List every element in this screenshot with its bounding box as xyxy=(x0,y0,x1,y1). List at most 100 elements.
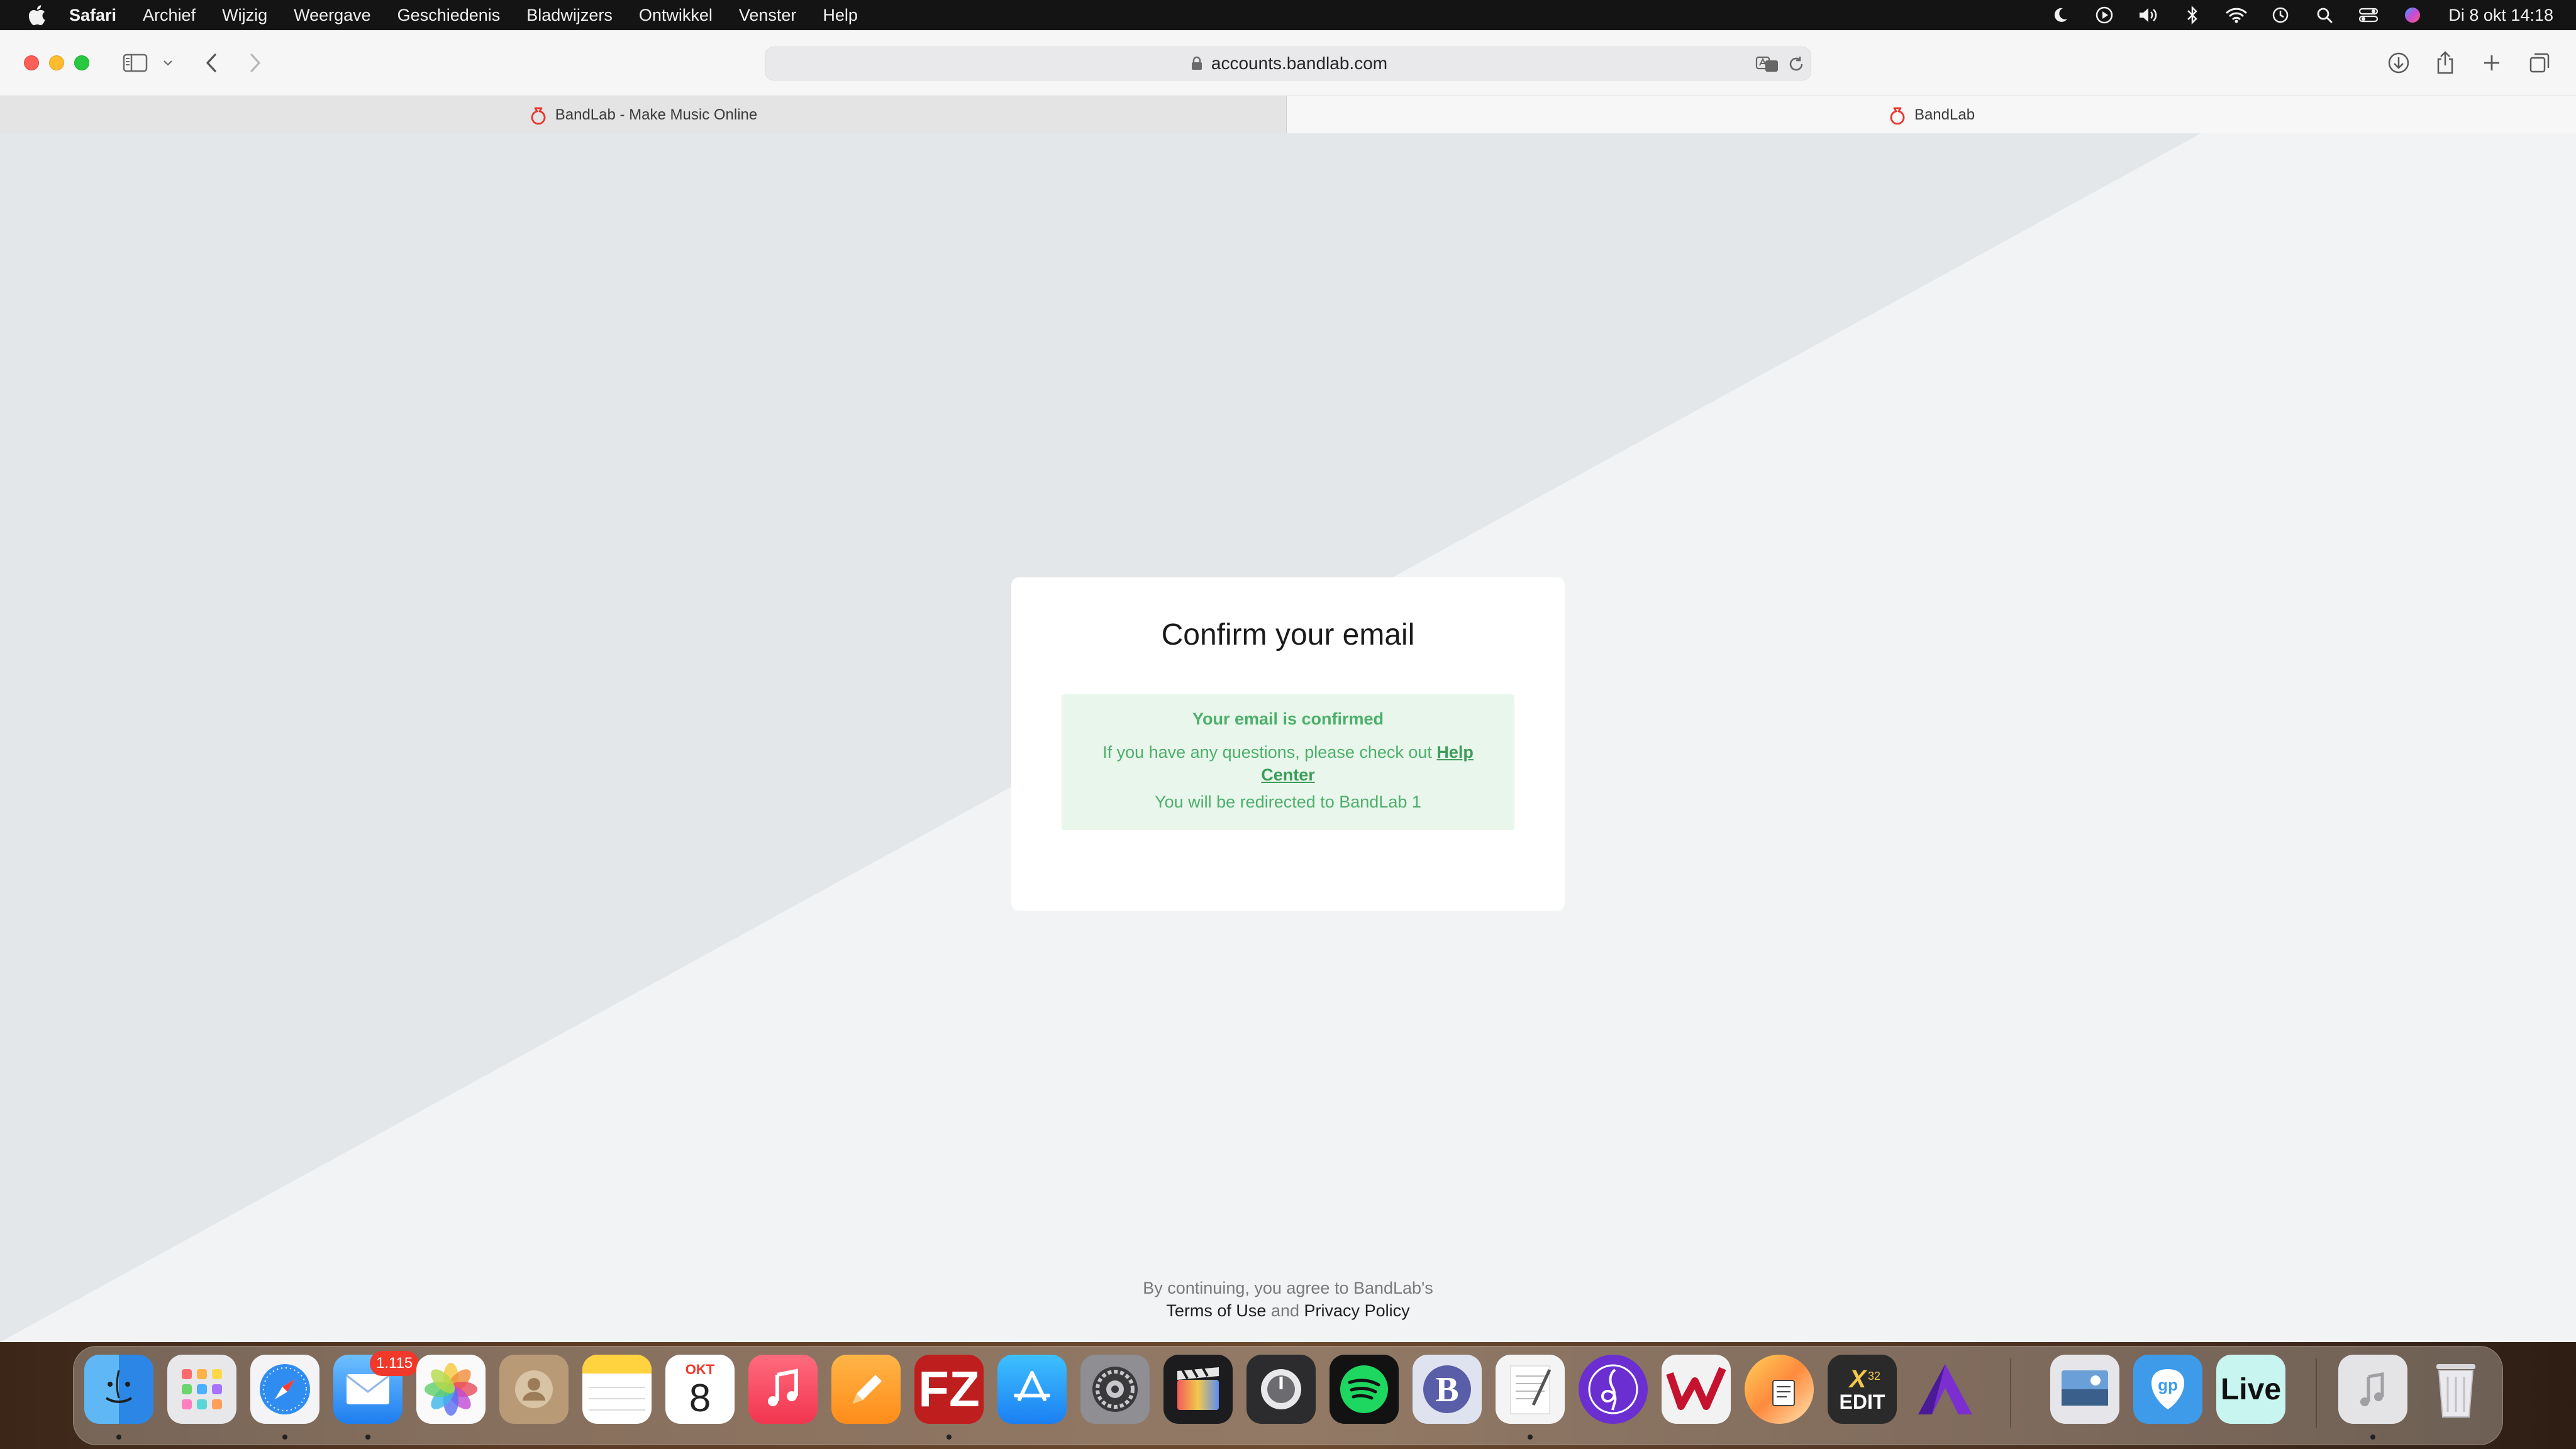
sidebar-toggle-icon[interactable] xyxy=(121,50,150,75)
menu-weergave[interactable]: Weergave xyxy=(280,6,384,25)
success-alert: Your email is confirmed If you have any … xyxy=(1062,694,1514,830)
mail-unread-badge: 1.115 xyxy=(370,1351,419,1376)
menu-bar: Safari Archief Wijzig Weergave Geschiede… xyxy=(0,0,2576,30)
trash-icon[interactable] xyxy=(2421,1355,2490,1424)
translate-icon[interactable] xyxy=(1755,54,1780,74)
pages-icon[interactable] xyxy=(831,1355,901,1424)
launchpad-icon[interactable] xyxy=(167,1355,236,1424)
menu-archief[interactable]: Archief xyxy=(130,6,209,25)
moon-icon[interactable] xyxy=(2050,4,2071,26)
time-machine-icon[interactable] xyxy=(2270,4,2291,26)
menu-status-area: Di 8 okt 14:18 xyxy=(2038,0,2553,30)
logic-pro-icon[interactable] xyxy=(1246,1355,1316,1424)
treble-clef-app-icon[interactable] xyxy=(1579,1355,1648,1424)
menu-clock[interactable]: Di 8 okt 14:18 xyxy=(2448,6,2553,25)
tab-bandlab[interactable]: BandLab xyxy=(1287,96,2576,133)
tab-label: BandLab - Make Music Online xyxy=(555,106,758,123)
filezilla-icon[interactable]: FZ xyxy=(914,1355,984,1424)
apple-menu-icon[interactable] xyxy=(24,3,49,28)
calendar-day: 8 xyxy=(689,1377,711,1420)
play-circle-icon[interactable] xyxy=(2094,4,2115,26)
bluetooth-icon[interactable] xyxy=(2182,4,2203,26)
running-indicator xyxy=(282,1435,287,1440)
menu-app-name[interactable]: Safari xyxy=(69,6,130,25)
spotify-icon[interactable] xyxy=(1330,1355,1399,1424)
web-page: Confirm your email Your email is confirm… xyxy=(0,133,2576,1342)
waves-central-icon[interactable] xyxy=(1662,1355,1731,1424)
dock-separator xyxy=(2010,1358,2011,1428)
svg-text:gp: gp xyxy=(2158,1375,2178,1394)
tab-label: BandLab xyxy=(1914,106,1975,123)
textedit-icon[interactable] xyxy=(1496,1355,1565,1424)
downloads-icon[interactable] xyxy=(2386,50,2411,75)
finder-icon[interactable] xyxy=(84,1355,153,1424)
menu-bladwijzers[interactable]: Bladwijzers xyxy=(513,6,626,25)
volume-icon[interactable] xyxy=(2138,4,2159,26)
svg-text:32: 32 xyxy=(1868,1370,1880,1382)
privacy-policy-link[interactable]: Privacy Policy xyxy=(1304,1301,1410,1320)
forward-button-icon[interactable] xyxy=(243,50,268,75)
menu-help[interactable]: Help xyxy=(809,6,871,25)
menu-ontwikkel[interactable]: Ontwikkel xyxy=(626,6,726,25)
tab-overview-icon[interactable] xyxy=(2527,50,2552,75)
window-minimize-button[interactable] xyxy=(49,55,64,70)
lock-icon xyxy=(1191,56,1202,70)
confirm-email-card: Confirm your email Your email is confirm… xyxy=(1011,577,1565,911)
control-center-icon[interactable] xyxy=(2358,4,2379,26)
bbedit-icon[interactable]: B xyxy=(1413,1355,1482,1424)
alert-body-text: If you have any questions, please check … xyxy=(1102,743,1437,762)
menu-venster[interactable]: Venster xyxy=(726,6,810,25)
tab-bar: BandLab - Make Music Online BandLab xyxy=(0,96,2576,133)
tab-bandlab-make-music-online[interactable]: BandLab - Make Music Online xyxy=(0,96,1287,133)
svg-text:FZ: FZ xyxy=(918,1361,980,1417)
calendar-month: OKT xyxy=(685,1362,715,1377)
running-indicator xyxy=(947,1435,952,1440)
footer-and: and xyxy=(1270,1301,1300,1320)
bandlab-logo-icon xyxy=(531,107,546,125)
share-icon[interactable] xyxy=(2433,49,2458,75)
affinity-icon[interactable] xyxy=(1911,1355,1980,1424)
back-button-icon[interactable] xyxy=(199,50,224,75)
book-reader-icon[interactable] xyxy=(1745,1355,1814,1424)
safari-app-icon[interactable] xyxy=(250,1355,319,1424)
siri-icon[interactable] xyxy=(2402,4,2423,26)
alert-title: Your email is confirmed xyxy=(1192,709,1384,728)
calendar-icon[interactable]: OKT 8 xyxy=(665,1355,735,1424)
system-settings-icon[interactable] xyxy=(1080,1355,1150,1424)
legal-footer: By continuing, you agree to BandLab's Te… xyxy=(0,1277,2576,1322)
photos-icon[interactable] xyxy=(416,1355,486,1424)
menu-wijzig[interactable]: Wijzig xyxy=(209,6,280,25)
running-indicator xyxy=(116,1435,121,1440)
new-tab-icon[interactable] xyxy=(2479,50,2504,75)
svg-text:B: B xyxy=(1435,1370,1458,1409)
running-indicator xyxy=(1528,1435,1533,1440)
reload-icon[interactable] xyxy=(1786,54,1806,74)
page-title: Confirm your email xyxy=(1161,618,1415,652)
running-indicator xyxy=(2370,1435,2375,1440)
chevron-down-icon[interactable] xyxy=(161,55,175,70)
final-cut-pro-icon[interactable] xyxy=(1163,1355,1233,1424)
alert-body: If you have any questions, please check … xyxy=(1087,741,1489,786)
menu-geschiedenis[interactable]: Geschiedenis xyxy=(384,6,514,25)
contacts-icon[interactable] xyxy=(499,1355,569,1424)
music-icon[interactable] xyxy=(748,1355,818,1424)
app-store-icon[interactable] xyxy=(997,1355,1067,1424)
window-zoom-button[interactable] xyxy=(74,55,89,70)
x32-edit-label: EDIT xyxy=(1839,1391,1885,1413)
x32-edit-icon[interactable]: X 32 EDIT xyxy=(1828,1355,1897,1424)
dock-separator xyxy=(2316,1358,2317,1428)
footer-line: By continuing, you agree to BandLab's xyxy=(1143,1279,1433,1297)
spotlight-search-icon[interactable] xyxy=(2314,4,2335,26)
bandlab-logo-icon xyxy=(1890,107,1905,125)
ableton-live-label: Live xyxy=(2220,1372,2282,1406)
guitar-pro-icon[interactable]: gp xyxy=(2133,1355,2202,1424)
preview-icon[interactable] xyxy=(2050,1355,2119,1424)
music-file-icon[interactable] xyxy=(2338,1355,2407,1424)
notes-icon[interactable] xyxy=(582,1355,652,1424)
terms-of-use-link[interactable]: Terms of Use xyxy=(1166,1301,1266,1320)
wifi-icon[interactable] xyxy=(2226,4,2247,26)
window-close-button[interactable] xyxy=(24,55,39,70)
address-bar[interactable]: accounts.bandlab.com xyxy=(765,47,1811,80)
ableton-live-icon[interactable]: Live xyxy=(2216,1355,2285,1424)
svg-text:X: X xyxy=(1848,1366,1868,1391)
